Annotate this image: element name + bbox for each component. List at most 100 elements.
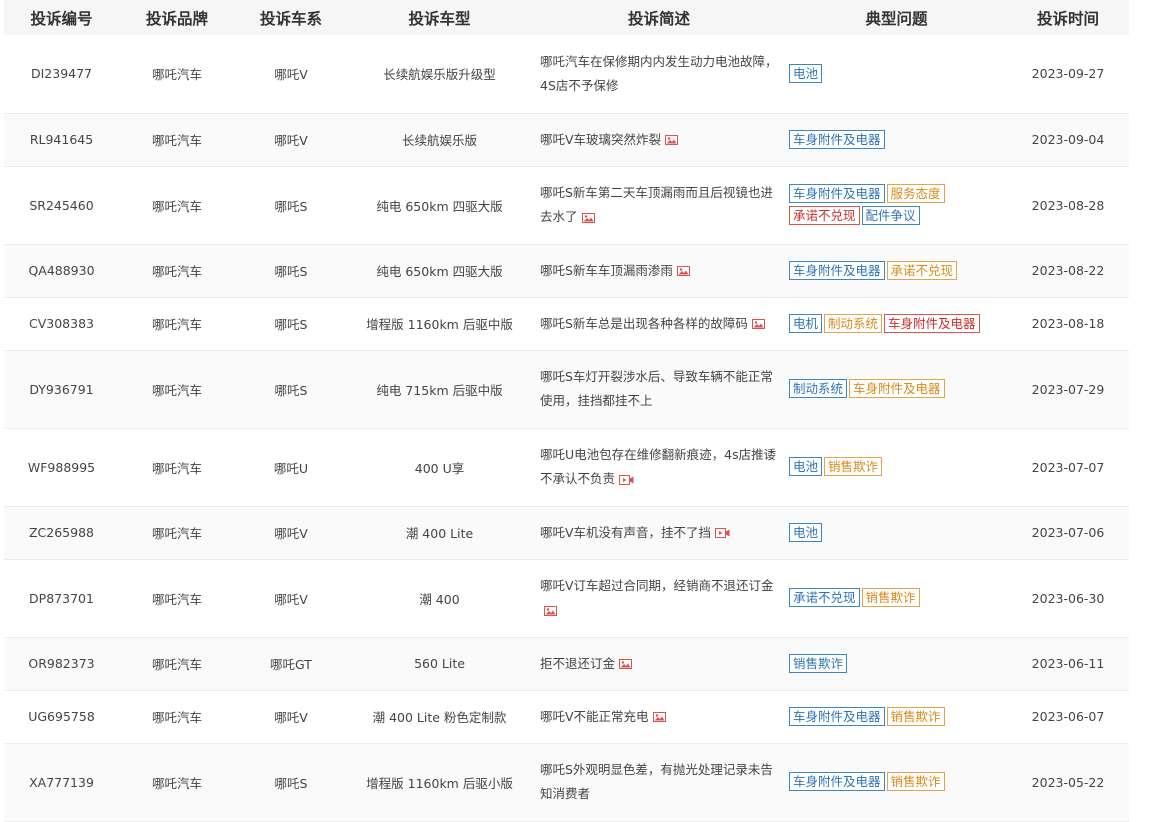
table-body: DI239477 哪吒汽车 哪吒V 长续航娱乐版升级型 哪吒汽车在保修期内内发生动力电池… xyxy=(4,35,1129,822)
cell-complaint-date: 2023-08-28 xyxy=(1007,166,1129,245)
complaint-description-link[interactable]: 拒不退还订金 xyxy=(540,656,615,671)
table-row[interactable]: OR982373 哪吒汽车 哪吒GT 560 Lite 拒不退还订金 销售欺诈 2023-0… xyxy=(4,637,1129,691)
issue-tag[interactable]: 车身附件及电器 xyxy=(849,379,945,398)
cell-typical-issues: 电池 xyxy=(786,506,1007,560)
cell-complaint-id: RL941645 xyxy=(4,113,119,167)
issue-tag[interactable]: 配件争议 xyxy=(861,206,920,225)
issue-tag[interactable]: 车身附件及电器 xyxy=(789,260,885,280)
complaint-description-link[interactable]: 哪吒V车机没有声音，挂不了挡 xyxy=(540,525,711,540)
cell-series: 哪吒S xyxy=(235,743,347,822)
cell-series: 哪吒V xyxy=(235,113,347,167)
issue-tag[interactable]: 承诺不兑现 xyxy=(886,260,958,280)
table-row[interactable]: DI239477 哪吒汽车 哪吒V 长续航娱乐版升级型 哪吒汽车在保修期内内发生动力电池… xyxy=(4,35,1129,114)
table-row[interactable]: SR245460 哪吒汽车 哪吒S 纯电 650km 四驱大版 哪吒S新车第二天车顶漏雨… xyxy=(4,166,1129,245)
cell-series: 哪吒V xyxy=(235,690,347,744)
cell-description: 哪吒V订车超过合同期，经销商不退还订金 xyxy=(532,559,786,638)
cell-brand: 哪吒汽车 xyxy=(119,297,235,351)
cell-complaint-date: 2023-07-07 xyxy=(1007,428,1129,507)
cell-complaint-id: DP873701 xyxy=(4,559,119,638)
cell-series: 哪吒GT xyxy=(235,637,347,691)
complaint-description-link[interactable]: 哪吒S新车车顶漏雨渗雨 xyxy=(540,263,673,278)
cell-model: 400 U享 xyxy=(347,428,532,507)
issue-tag[interactable]: 承诺不兑现 xyxy=(789,206,860,225)
cell-complaint-date: 2023-05-22 xyxy=(1007,743,1129,822)
issue-tag[interactable]: 销售欺诈 xyxy=(789,653,848,673)
issue-tag[interactable]: 制动系统 xyxy=(824,313,883,333)
cell-typical-issues: 车身附件及电器 销售欺诈 xyxy=(786,690,1007,744)
issue-tag[interactable]: 车身附件及电器 xyxy=(789,772,885,791)
issue-tag[interactable]: 服务态度 xyxy=(886,184,945,203)
image-icon xyxy=(676,266,690,276)
cell-model: 纯电 650km 四驱大版 xyxy=(347,244,532,298)
cell-typical-issues: 车身附件及电器 销售欺诈 xyxy=(786,743,1007,822)
complaint-description-link[interactable]: 哪吒V车玻璃突然炸裂 xyxy=(540,132,661,147)
cell-description: 哪吒V车玻璃突然炸裂 xyxy=(532,113,786,167)
cell-model: 长续航娱乐版升级型 xyxy=(347,35,532,114)
complaint-description-link[interactable]: 哪吒汽车在保修期内内发生动力电池故障，4S店不予保修 xyxy=(540,54,778,93)
issue-tag[interactable]: 电池 xyxy=(789,457,823,476)
cell-complaint-date: 2023-07-29 xyxy=(1007,350,1129,429)
complaint-description-link[interactable]: 哪吒S新车第二天车顶漏雨而且后视镜也进去水了 xyxy=(540,185,773,224)
issue-tag[interactable]: 销售欺诈 xyxy=(861,588,920,607)
cell-complaint-id: CV308383 xyxy=(4,297,119,351)
cell-complaint-date: 2023-06-07 xyxy=(1007,690,1129,744)
cell-description: 哪吒V车机没有声音，挂不了挡 xyxy=(532,506,786,560)
issue-tag[interactable]: 车身附件及电器 xyxy=(789,129,885,149)
cell-series: 哪吒S xyxy=(235,244,347,298)
table-row[interactable]: ZC265988 哪吒汽车 哪吒V 潮 400 Lite 哪吒V车机没有声音，挂不了挡 电… xyxy=(4,506,1129,560)
cell-description: 拒不退还订金 xyxy=(532,637,786,691)
table-row[interactable]: QA488930 哪吒汽车 哪吒S 纯电 650km 四驱大版 哪吒S新车车顶漏雨渗雨 车… xyxy=(4,244,1129,298)
cell-model: 长续航娱乐版 xyxy=(347,113,532,167)
cell-typical-issues: 电机 制动系统 车身附件及电器 xyxy=(786,297,1007,351)
cell-complaint-id: ZC265988 xyxy=(4,506,119,560)
issue-tag[interactable]: 承诺不兑现 xyxy=(789,588,860,607)
table-row[interactable]: RL941645 哪吒汽车 哪吒V 长续航娱乐版 哪吒V车玻璃突然炸裂 车身附件及电器 20… xyxy=(4,113,1129,167)
issue-tag[interactable]: 车身附件及电器 xyxy=(789,706,885,726)
cell-series: 哪吒S xyxy=(235,297,347,351)
image-icon xyxy=(619,659,633,669)
complaint-description-link[interactable]: 哪吒S车灯开裂涉水后、导致车辆不能正常使用，挂挡都挂不上 xyxy=(540,369,773,408)
table-row[interactable]: DP873701 哪吒汽车 哪吒V 潮 400 哪吒V订车超过合同期，经销商不退还订金承… xyxy=(4,559,1129,638)
video-icon xyxy=(715,528,730,538)
cell-complaint-id: DI239477 xyxy=(4,35,119,114)
complaint-description-link[interactable]: 哪吒V订车超过合同期，经销商不退还订金 xyxy=(540,578,774,593)
table-row[interactable]: CV308383 哪吒汽车 哪吒S 增程版 1160km 后驱中版 哪吒S新车总是出现各… xyxy=(4,297,1129,351)
table-row[interactable]: XA777139 哪吒汽车 哪吒S 增程版 1160km 后驱小版 哪吒S外观明显色差，… xyxy=(4,743,1129,822)
cell-series: 哪吒V xyxy=(235,559,347,638)
cell-series: 哪吒V xyxy=(235,506,347,560)
cell-complaint-id: DY936791 xyxy=(4,350,119,429)
complaint-description-link[interactable]: 哪吒S外观明显色差，有抛光处理记录未告知消费者 xyxy=(540,762,773,801)
complaint-description-link[interactable]: 哪吒U电池包存在维修翻新痕迹，4s店推诿不承认不负责 xyxy=(540,447,776,486)
cell-model: 增程版 1160km 后驱中版 xyxy=(347,297,532,351)
table-row[interactable]: DY936791 哪吒汽车 哪吒S 纯电 715km 后驱中版 哪吒S车灯开裂涉水后、导… xyxy=(4,350,1129,429)
cell-description: 哪吒S新车第二天车顶漏雨而且后视镜也进去水了 xyxy=(532,166,786,245)
table-row[interactable]: WF988995 哪吒汽车 哪吒U 400 U享 哪吒U电池包存在维修翻新痕迹，4s店推… xyxy=(4,428,1129,507)
issue-tag[interactable]: 车身附件及电器 xyxy=(789,184,885,203)
cell-model: 潮 400 Lite 粉色定制款 xyxy=(347,690,532,744)
issue-tag[interactable]: 电池 xyxy=(789,63,823,83)
issue-tag[interactable]: 销售欺诈 xyxy=(886,772,945,791)
cell-brand: 哪吒汽车 xyxy=(119,559,235,638)
header-complaint-date: 投诉时间 xyxy=(1036,9,1099,28)
cell-description: 哪吒汽车在保修期内内发生动力电池故障，4S店不予保修 xyxy=(532,35,786,114)
cell-brand: 哪吒汽车 xyxy=(119,350,235,429)
table-header: 投诉编号 投诉品牌 投诉车系 投诉车型 投诉简述 典型问题 投诉时间 xyxy=(4,0,1129,35)
cell-typical-issues: 电池 销售欺诈 xyxy=(786,428,1007,507)
image-icon xyxy=(751,319,765,329)
issue-tag[interactable]: 销售欺诈 xyxy=(886,706,945,726)
complaint-description-link[interactable]: 哪吒S新车总是出现各种各样的故障码 xyxy=(540,316,748,331)
issue-tag[interactable]: 制动系统 xyxy=(789,379,848,398)
cell-complaint-date: 2023-08-18 xyxy=(1007,297,1129,351)
cell-description: 哪吒S新车车顶漏雨渗雨 xyxy=(532,244,786,298)
table-row[interactable]: UG695758 哪吒汽车 哪吒V 潮 400 Lite 粉色定制款 哪吒V不能正常充电… xyxy=(4,690,1129,744)
issue-tag[interactable]: 车身附件及电器 xyxy=(884,313,980,333)
cell-complaint-date: 2023-06-30 xyxy=(1007,559,1129,638)
image-icon xyxy=(652,712,666,722)
cell-series: 哪吒U xyxy=(235,428,347,507)
cell-brand: 哪吒汽车 xyxy=(119,428,235,507)
issue-tag[interactable]: 电机 xyxy=(789,313,823,333)
issue-tag[interactable]: 销售欺诈 xyxy=(824,457,883,476)
complaint-description-link[interactable]: 哪吒V不能正常充电 xyxy=(540,709,649,724)
header-brand: 投诉品牌 xyxy=(145,9,208,28)
issue-tag[interactable]: 电池 xyxy=(789,522,823,542)
